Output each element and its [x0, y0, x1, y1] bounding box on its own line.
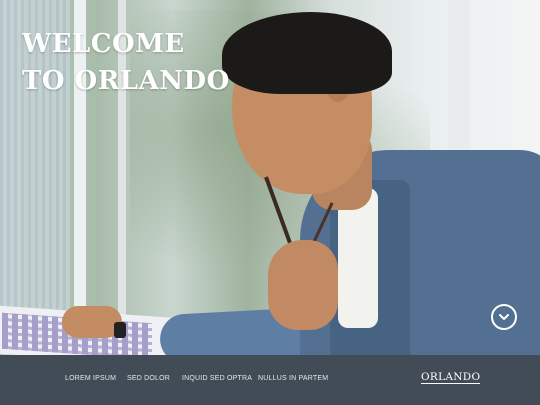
person-hair — [222, 12, 392, 94]
hero-title-line1: WELCOME — [22, 29, 185, 59]
chevron-down-icon — [499, 314, 509, 320]
hero-title: WELCOME TO ORLANDO — [22, 26, 230, 100]
watch — [114, 322, 126, 338]
brand-logo-link[interactable]: ORLANDO — [421, 371, 481, 384]
person-left-hand — [62, 306, 122, 338]
scroll-down-button[interactable] — [491, 304, 517, 330]
nav-item-lorem-ipsum[interactable]: LOREM IPSUM — [65, 375, 116, 382]
hero-banner: WELCOME TO ORLANDO — [0, 0, 540, 355]
nav-item-sed-dolor[interactable]: SED DOLOR — [127, 375, 170, 382]
hero-title-line2: TO ORLANDO — [22, 66, 230, 96]
page: WELCOME TO ORLANDO LOREM IPSUM SED DOLOR… — [0, 0, 540, 405]
nav-item-inquid-sed-optra[interactable]: INQUID SED OPTRA — [182, 375, 252, 382]
footer-navbar: LOREM IPSUM SED DOLOR INQUID SED OPTRA N… — [0, 355, 540, 405]
person-right-hand — [268, 240, 338, 330]
nav-item-nullus-in-partem[interactable]: NULLUS IN PARTEM — [258, 375, 328, 382]
